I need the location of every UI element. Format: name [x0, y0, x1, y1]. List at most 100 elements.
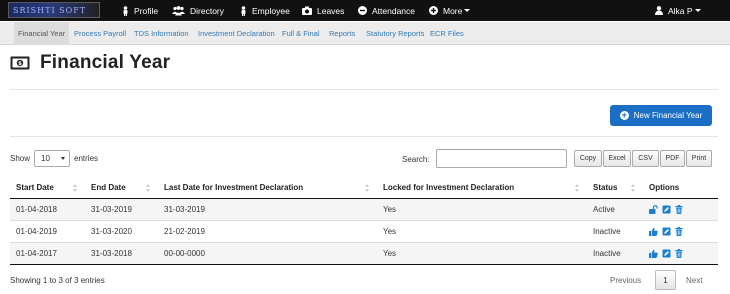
sort-icon [146, 184, 150, 192]
chevron-down-icon [61, 157, 65, 160]
column-header-locked[interactable]: Locked for Investment Declaration [377, 178, 587, 199]
money-icon: $ [10, 56, 30, 70]
minus-circle-icon [358, 6, 367, 15]
sort-icon [575, 184, 579, 192]
camera-icon [302, 6, 312, 15]
financial-year-table: Start Date End Date Last Date for Invest… [10, 178, 718, 265]
entries-select[interactable]: 10 [34, 150, 70, 167]
column-label: Locked for Investment Declaration [383, 183, 515, 193]
chevron-down-icon [464, 9, 471, 12]
nav-directory[interactable]: Directory [172, 0, 224, 21]
cell-status: Inactive [587, 241, 643, 265]
top-navbar: SRISHTI SOFT Profile Directory Employee … [0, 0, 730, 21]
subtab-financial-year[interactable]: Financial Year [14, 22, 70, 45]
edit-icon[interactable] [662, 249, 671, 258]
divider [10, 136, 718, 137]
search-label: Search: [402, 155, 430, 164]
nav-attendance-label: Attendance [372, 5, 416, 16]
group-icon [172, 5, 185, 15]
nav-leaves[interactable]: Leaves [302, 0, 344, 21]
user-menu[interactable]: Alka P [655, 0, 701, 21]
person-icon [241, 5, 246, 16]
subtab-full-final[interactable]: Full & Final [282, 22, 320, 45]
cell-start-date: 01-04-2018 [10, 197, 85, 220]
cell-locked: Yes [377, 241, 587, 265]
column-header-end-date[interactable]: End Date [85, 178, 158, 199]
nav-more[interactable]: More [429, 0, 471, 21]
nav-employee[interactable]: Employee [240, 0, 290, 21]
table-header: Start Date End Date Last Date for Invest… [10, 178, 718, 199]
thumbs-up-icon[interactable] [649, 227, 658, 236]
table-info: Showing 1 to 3 of 3 entries [10, 276, 105, 285]
nav-profile[interactable]: Profile [122, 0, 158, 21]
thumbs-up-icon[interactable] [649, 249, 658, 258]
cell-last-date: 31-03-2019 [158, 197, 377, 220]
column-label: Options [649, 183, 680, 193]
cell-options [643, 219, 718, 242]
subtab-process-payroll[interactable]: Process Payroll [74, 22, 126, 45]
entries-label: entries [74, 154, 99, 163]
trash-icon[interactable] [675, 204, 683, 214]
column-header-status[interactable]: Status [587, 178, 643, 199]
chevron-down-icon [694, 9, 701, 12]
nav-more-label: More [443, 5, 463, 16]
sort-icon [365, 184, 369, 192]
payroll-subnav: Financial Year Process Payroll TDS Infor… [0, 22, 730, 45]
subtab-ecr-files[interactable]: ECR Files [430, 22, 464, 45]
column-label: Status [593, 183, 618, 193]
sort-icon [631, 184, 635, 192]
previous-button[interactable]: Previous [610, 270, 641, 290]
cell-options [643, 197, 718, 220]
edit-icon[interactable] [662, 227, 671, 236]
column-label: End Date [91, 183, 126, 193]
cell-start-date: 01-04-2019 [10, 219, 85, 242]
user-name: Alka P [668, 5, 693, 16]
search-input[interactable] [436, 149, 567, 168]
svg-text:$: $ [18, 61, 22, 67]
table-row: 01-04-2019 31-03-2020 21-02-2019 Yes Ina… [10, 219, 718, 242]
page-title: Financial Year [40, 52, 171, 73]
page-1-button[interactable]: 1 [655, 270, 676, 290]
copy-button[interactable]: Copy [574, 150, 602, 167]
column-label: Start Date [16, 183, 54, 193]
logo-text: SRISHTI SOFT [13, 6, 87, 15]
pdf-button[interactable]: PDF [660, 150, 685, 167]
excel-button[interactable]: Excel [603, 150, 631, 167]
cell-locked: Yes [377, 219, 587, 242]
sort-icon [73, 184, 77, 192]
trash-icon[interactable] [675, 248, 683, 258]
unlock-icon[interactable] [649, 204, 658, 214]
nav-attendance[interactable]: Attendance [358, 0, 415, 21]
subtab-statutory-reports[interactable]: Statutory Reports [366, 22, 424, 45]
cell-last-date: 00-00-0000 [158, 241, 377, 265]
table-row: 01-04-2018 31-03-2019 31-03-2019 Yes Act… [10, 197, 718, 220]
table-row: 01-04-2017 31-03-2018 00-00-0000 Yes Ina… [10, 241, 718, 265]
cell-status: Active [587, 197, 643, 220]
show-label: Show [10, 154, 31, 163]
subtab-tds-information[interactable]: TDS Information [134, 22, 189, 45]
new-financial-year-button[interactable]: + New Financial Year [610, 105, 712, 126]
trash-icon[interactable] [675, 226, 683, 236]
subtab-investment-declaration[interactable]: Investment Declaration [198, 22, 275, 45]
nav-directory-label: Directory [190, 5, 225, 16]
nav-profile-label: Profile [134, 5, 159, 16]
cell-status: Inactive [587, 219, 643, 242]
nav-leaves-label: Leaves [317, 5, 345, 16]
page-header: $ Financial Year [10, 52, 170, 74]
column-label: Last Date for Investment Declaration [164, 183, 304, 193]
user-icon [655, 6, 663, 15]
divider [10, 89, 718, 90]
cell-end-date: 31-03-2018 [85, 241, 158, 265]
company-logo[interactable]: SRISHTI SOFT [8, 2, 100, 18]
cell-locked: Yes [377, 197, 587, 220]
cell-options [643, 241, 718, 265]
edit-icon[interactable] [662, 205, 671, 214]
subtab-reports[interactable]: Reports [329, 22, 355, 45]
column-header-options: Options [643, 178, 718, 199]
person-icon [123, 5, 128, 16]
column-header-start-date[interactable]: Start Date [10, 178, 85, 199]
column-header-last-date[interactable]: Last Date for Investment Declaration [158, 178, 377, 199]
csv-button[interactable]: CSV [632, 150, 659, 167]
print-button[interactable]: Print [686, 150, 712, 167]
next-button[interactable]: Next [686, 270, 702, 290]
